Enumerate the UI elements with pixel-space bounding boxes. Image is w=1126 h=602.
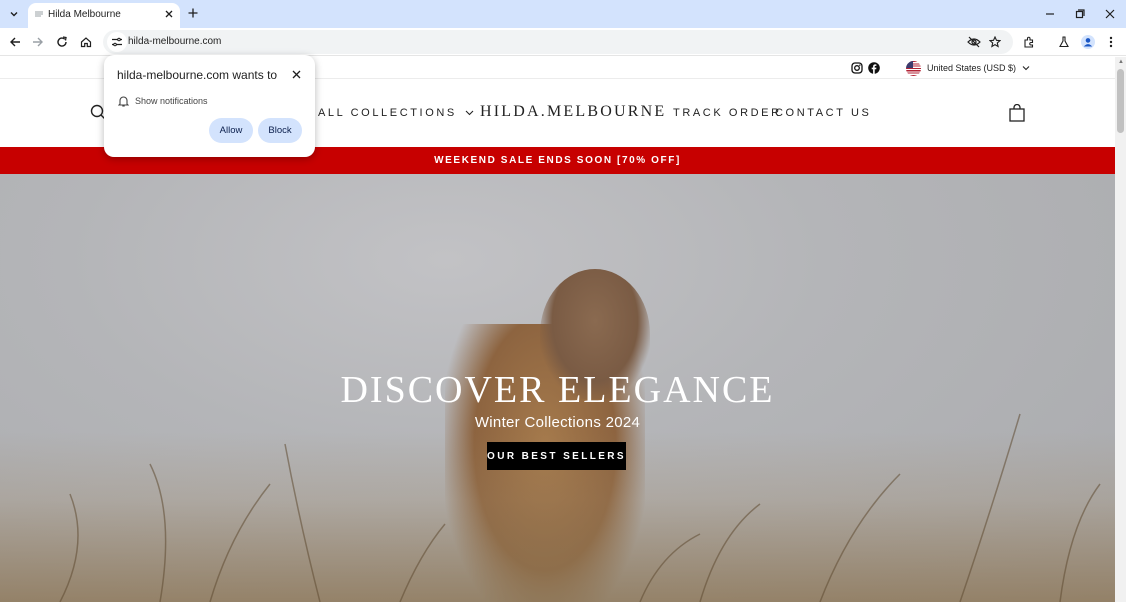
chevron-down-icon xyxy=(1022,66,1030,71)
tab-favicon-icon xyxy=(34,9,44,19)
bookmark-star-icon[interactable] xyxy=(987,34,1003,50)
labs-flask-icon[interactable] xyxy=(1055,33,1073,51)
hero-subtitle: Winter Collections 2024 xyxy=(474,414,641,431)
popup-title: hilda-melbourne.com wants to xyxy=(117,68,278,82)
nav-all-collections[interactable]: ALL COLLECTIONS xyxy=(318,107,474,119)
currency-selector[interactable]: United States (USD $) xyxy=(906,60,1030,76)
address-bar[interactable]: hilda-melbourne.com xyxy=(103,30,1013,54)
us-flag-icon xyxy=(906,60,921,76)
scrollbar-thumb[interactable] xyxy=(1117,69,1124,133)
hero-title: DISCOVER ELEGANCE xyxy=(340,369,775,411)
site-settings-icon[interactable] xyxy=(107,32,127,52)
nav-all-collections-label: ALL COLLECTIONS xyxy=(318,107,457,119)
close-window-icon[interactable] xyxy=(1102,6,1118,22)
instagram-icon[interactable] xyxy=(851,62,863,74)
close-icon[interactable] xyxy=(290,68,302,80)
restore-icon[interactable] xyxy=(1072,6,1088,22)
eye-off-icon[interactable] xyxy=(966,34,982,50)
shopping-bag-icon[interactable] xyxy=(1008,104,1026,122)
reload-icon[interactable] xyxy=(53,33,71,51)
allow-button[interactable]: Allow xyxy=(209,118,253,143)
facebook-icon[interactable] xyxy=(868,62,880,74)
back-icon[interactable] xyxy=(6,33,24,51)
home-icon[interactable] xyxy=(77,33,95,51)
chevron-down-icon xyxy=(10,12,18,17)
url-text: hilda-melbourne.com xyxy=(128,36,222,47)
notification-permission-popup: hilda-melbourne.com wants to Show notifi… xyxy=(104,55,315,157)
profile-avatar-icon[interactable] xyxy=(1079,33,1097,51)
tab-strip: Hilda Melbourne xyxy=(0,0,1126,28)
page-scrollbar[interactable]: ▲ xyxy=(1115,57,1126,602)
browser-toolbar: hilda-melbourne.com xyxy=(0,28,1126,56)
currency-label: United States (USD $) xyxy=(927,63,1017,73)
new-tab-icon[interactable] xyxy=(186,6,200,20)
bell-icon xyxy=(118,96,129,107)
chevron-down-icon xyxy=(465,110,473,116)
block-button[interactable]: Block xyxy=(258,118,302,143)
forward-icon[interactable] xyxy=(29,33,47,51)
nav-contact-us[interactable]: CONTACT US xyxy=(775,107,872,119)
hero-section: DISCOVER ELEGANCE Winter Collections 202… xyxy=(0,174,1115,602)
menu-dots-icon[interactable] xyxy=(1102,33,1120,51)
tab-search-button[interactable] xyxy=(4,4,24,24)
extensions-icon[interactable] xyxy=(1020,33,1038,51)
best-sellers-button[interactable]: OUR BEST SELLERS xyxy=(487,442,626,470)
scroll-up-arrow-icon[interactable]: ▲ xyxy=(1118,59,1124,65)
tab-title: Hilda Melbourne xyxy=(48,9,121,20)
minimize-icon[interactable] xyxy=(1042,6,1058,22)
site-logo[interactable]: HILDA.MELBOURNE xyxy=(480,103,666,121)
nav-track-order[interactable]: TRACK ORDER xyxy=(673,107,782,119)
browser-tab[interactable]: Hilda Melbourne xyxy=(28,3,180,28)
tab-close-icon[interactable] xyxy=(162,7,176,21)
permission-text: Show notifications xyxy=(135,96,208,106)
sale-banner-text: WEEKEND SALE ENDS SOON [70% OFF] xyxy=(434,155,681,166)
